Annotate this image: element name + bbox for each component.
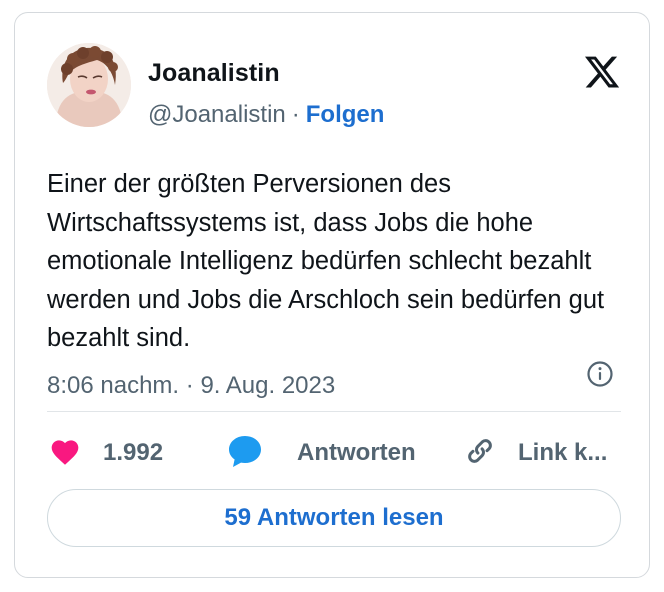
link-icon: [462, 433, 498, 474]
avatar[interactable]: [47, 43, 131, 127]
tweet-card: Joanalistin @Joanalistin · Folgen Einer de…: [14, 12, 650, 578]
like-count: 1.992: [103, 439, 164, 466]
reply-label: Antworten: [297, 439, 416, 466]
x-logo-icon[interactable]: [582, 53, 622, 91]
like-button[interactable]: 1.992: [49, 433, 163, 473]
divider: [47, 411, 621, 412]
author-meta: @Joanalistin · Folgen: [148, 101, 384, 129]
author-name[interactable]: Joanalistin: [148, 59, 280, 88]
heart-icon: [49, 436, 81, 471]
follow-button[interactable]: Folgen: [306, 101, 385, 128]
speech-bubble-icon: [227, 434, 263, 473]
tweet-date[interactable]: 9. Aug. 2023: [200, 372, 335, 399]
copy-link-label: Link k...: [518, 439, 608, 466]
info-icon[interactable]: [586, 360, 614, 388]
read-replies-button[interactable]: 59 Antworten lesen: [47, 489, 621, 547]
separator: ·: [291, 101, 300, 128]
copy-link-button[interactable]: Link k...: [462, 433, 607, 473]
tweet-time[interactable]: 8:06 nachm.: [47, 372, 179, 399]
separator: ·: [185, 372, 194, 399]
tweet-text: Einer der größten Perversionen des Wirts…: [47, 170, 605, 352]
author-handle[interactable]: @Joanalistin: [148, 101, 286, 128]
tweet-timestamp[interactable]: 8:06 nachm. · 9. Aug. 2023: [47, 372, 335, 400]
reply-button[interactable]: Antworten: [227, 433, 416, 473]
